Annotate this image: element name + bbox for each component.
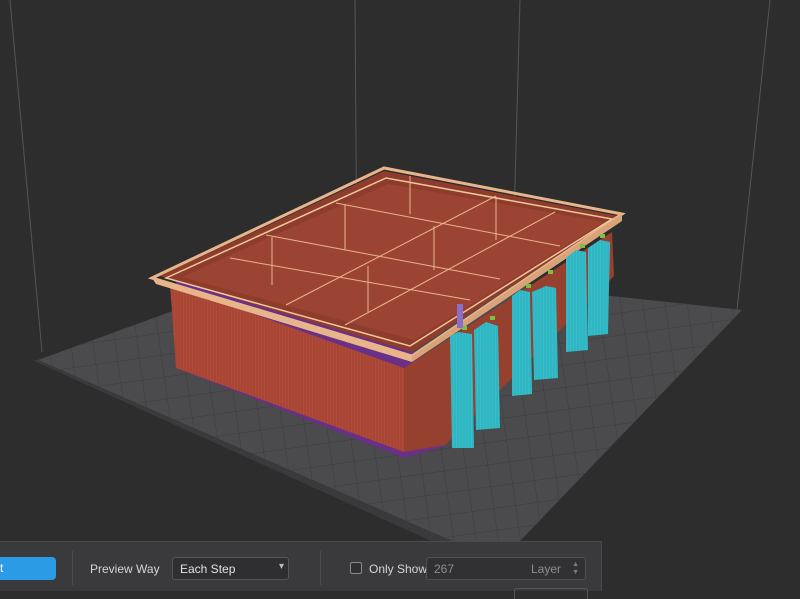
layer-suffix: Layer [530, 562, 561, 576]
preview-way-label: Preview Way [90, 562, 160, 576]
toolbar-divider [320, 551, 321, 585]
layer-spinbox[interactable]: 267 Layer ▲ ▼ [426, 557, 586, 580]
layer-number-value: 267 [434, 562, 455, 576]
3d-preview-viewport[interactable] [0, 0, 800, 591]
only-show-label: Only Show [369, 562, 428, 576]
only-show-checkbox[interactable] [350, 562, 362, 574]
spin-up-icon[interactable]: ▲ [572, 561, 579, 569]
partial-control[interactable] [514, 588, 588, 599]
spin-down-icon[interactable]: ▼ [572, 569, 579, 577]
preview-way-value: Each Step [180, 562, 236, 576]
primary-action-button[interactable]: t [0, 557, 56, 580]
toolbar-divider [72, 551, 73, 585]
chevron-down-icon: ▾ [278, 561, 284, 572]
preview-way-select[interactable]: Each Step ▾ [172, 557, 289, 580]
preview-toolbar: t Preview Way Each Step ▾ Only Show 267 … [0, 541, 602, 599]
